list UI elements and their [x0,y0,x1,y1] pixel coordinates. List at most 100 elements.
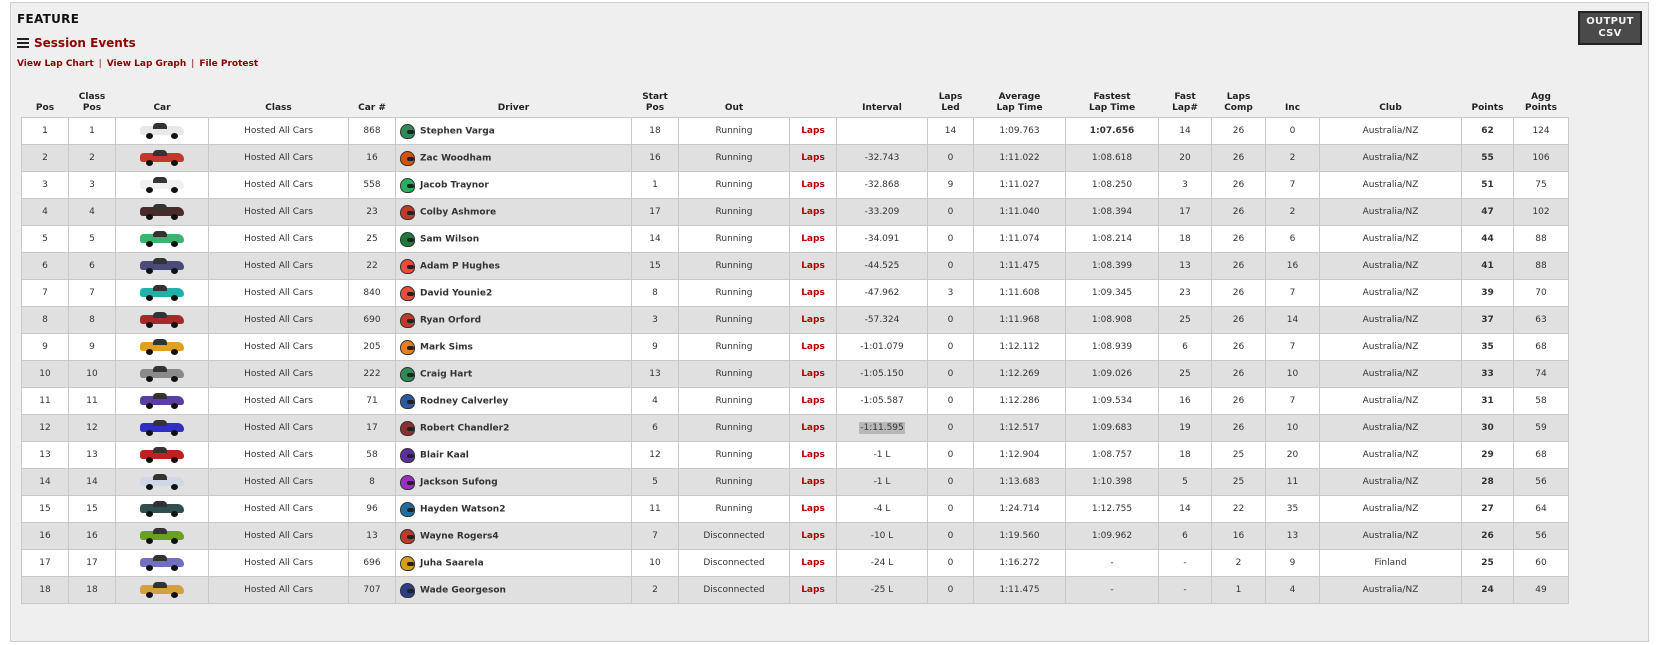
laps-led-cell: 9 [927,171,974,199]
average-lap-time-cell: 1:11.074 [973,225,1066,253]
column-header-car: Car [153,103,171,113]
fast-lap-number-cell: 6 [1158,333,1212,361]
pos-cell: 14 [21,468,69,496]
view-lap-chart-link[interactable]: View Lap Chart [17,59,94,69]
driver-name: Colby Ashmore [420,207,497,217]
inc-cell: 9 [1265,549,1320,577]
class-cell: Hosted All Cars [208,495,349,523]
laps-link[interactable]: Laps [801,126,825,136]
laps-link[interactable]: Laps [801,477,825,487]
laps-link[interactable]: Laps [801,369,825,379]
column-header-inc: Inc [1284,103,1301,113]
car-cell [115,576,209,604]
laps-link[interactable]: Laps [801,342,825,352]
laps-link[interactable]: Laps [801,180,825,190]
inc-cell: 10 [1265,360,1320,388]
average-lap-time-cell: 1:16.272 [973,549,1066,577]
class-pos-cell: 5 [68,225,116,253]
view-lap-graph-link[interactable]: View Lap Graph [107,59,187,69]
laps-link[interactable]: Laps [801,423,825,433]
driver-name: Juha Saarela [420,558,484,568]
inc-cell: 4 [1265,576,1320,604]
car-cell [115,144,209,172]
interval-cell: -47.962 [836,279,928,307]
helmet-icon [400,123,415,139]
laps-link[interactable]: Laps [801,558,825,568]
laps-link[interactable]: Laps [801,288,825,298]
report-links: View Lap Chart | View Lap Graph | File Prote… [17,59,258,69]
laps-link[interactable]: Laps [801,585,825,595]
laps-link[interactable]: Laps [801,153,825,163]
pos-cell: 5 [21,225,69,253]
laps-link[interactable]: Laps [801,504,825,514]
driver-cell: Colby Ashmore [395,198,632,226]
laps-led-cell: 0 [927,198,974,226]
table-row: 18 18 Hosted All Cars 707 Wade Georgeson 2 Dis… [21,576,1569,604]
average-lap-time-cell: 1:11.968 [973,306,1066,334]
class-pos-cell: 10 [68,360,116,388]
agg-points-cell: 56 [1513,522,1569,550]
laps-cell: Laps [789,387,837,415]
session-events-link[interactable]: Session Events [17,36,136,50]
laps-cell: Laps [789,171,837,199]
driver-name: Wade Georgeson [420,585,506,595]
fast-lap-number-cell: 19 [1158,414,1212,442]
class-cell: Hosted All Cars [208,360,349,388]
club-cell: Australia/NZ [1319,360,1462,388]
agg-points-cell: 68 [1513,333,1569,361]
file-protest-link[interactable]: File Protest [199,59,258,69]
club-cell: Australia/NZ [1319,117,1462,145]
laps-link[interactable]: Laps [801,261,825,271]
class-cell: Hosted All Cars [208,441,349,469]
points-cell: 27 [1461,495,1514,523]
driver-cell: David Younie2 [395,279,632,307]
laps-link[interactable]: Laps [801,396,825,406]
driver-cell: Sam Wilson [395,225,632,253]
list-icon [17,38,29,48]
fastest-lap-time-cell: 1:10.398 [1065,468,1159,496]
out-cell: Disconnected [678,522,790,550]
output-csv-button[interactable]: OUTPUT CSV [1578,11,1642,45]
interval-value: -44.525 [864,261,900,271]
fast-lap-number-cell: 14 [1158,117,1212,145]
out-cell: Running [678,306,790,334]
laps-cell: Laps [789,225,837,253]
table-row: 11 11 Hosted All Cars 71 Rodney Calverley 4 Ru… [21,387,1569,415]
laps-link[interactable]: Laps [801,207,825,217]
average-lap-time-cell: 1:11.475 [973,576,1066,604]
laps-link[interactable]: Laps [801,531,825,541]
laps-link[interactable]: Laps [801,234,825,244]
laps-cell: Laps [789,144,837,172]
start-pos-cell: 8 [631,279,679,307]
laps-comp-cell: 26 [1211,225,1266,253]
points-cell: 55 [1461,144,1514,172]
driver-cell: Craig Hart [395,360,632,388]
fastest-lap-time-cell: 1:08.618 [1065,144,1159,172]
agg-points-cell: 59 [1513,414,1569,442]
laps-led-cell: 0 [927,495,974,523]
points-cell: 33 [1461,360,1514,388]
column-header-average-lap-time: Average Lap Time [996,92,1043,113]
laps-led-cell: 0 [927,387,974,415]
agg-points-cell: 68 [1513,441,1569,469]
inc-cell: 16 [1265,252,1320,280]
laps-link[interactable]: Laps [801,450,825,460]
laps-led-cell: 0 [927,522,974,550]
laps-led-cell: 0 [927,441,974,469]
driver-name: Sam Wilson [420,234,480,244]
class-pos-cell: 6 [68,252,116,280]
out-cell: Running [678,468,790,496]
car-number-cell: 96 [348,495,396,523]
agg-points-cell: 88 [1513,225,1569,253]
laps-link[interactable]: Laps [801,315,825,325]
pos-cell: 15 [21,495,69,523]
agg-points-cell: 75 [1513,171,1569,199]
agg-points-cell: 102 [1513,198,1569,226]
pos-cell: 11 [21,387,69,415]
fast-lap-number-cell: 3 [1158,171,1212,199]
average-lap-time-cell: 1:11.608 [973,279,1066,307]
results-panel: FEATURE Session Events View Lap Chart | Vi… [10,2,1649,642]
laps-led-cell: 0 [927,414,974,442]
car-image [140,123,184,139]
table-row: 10 10 Hosted All Cars 222 Craig Hart 13 Runnin… [21,360,1569,388]
